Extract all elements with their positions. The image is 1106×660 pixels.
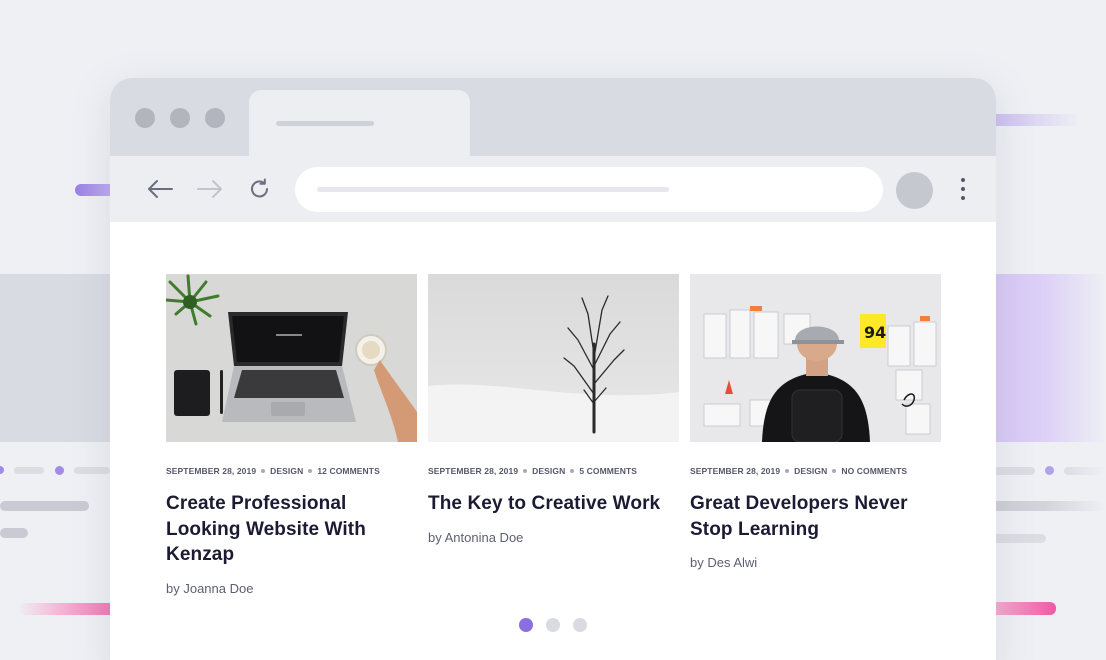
- post-meta: SEPTEMBER 28, 2019 DESIGN NO COMMENTS: [690, 466, 941, 476]
- browser-window: SEPTEMBER 28, 2019 DESIGN 12 COMMENTS Cr…: [110, 78, 996, 660]
- browser-tab[interactable]: [249, 90, 470, 160]
- meta-separator-dot: [832, 469, 837, 473]
- browser-toolbar: [110, 156, 996, 222]
- deco-dot: [1045, 466, 1054, 475]
- post-title[interactable]: The Key to Creative Work: [428, 491, 679, 517]
- arrow-right-icon[interactable]: [195, 174, 225, 204]
- window-minimize-dot[interactable]: [170, 108, 190, 128]
- post-title[interactable]: Create Professional Looking Website With…: [166, 491, 417, 568]
- meta-separator-dot: [523, 469, 528, 473]
- deco-dot: [0, 466, 4, 474]
- pagination-dot-1[interactable]: [519, 618, 533, 632]
- post-author[interactable]: by Antonina Doe: [428, 530, 679, 545]
- post-comments-link[interactable]: 12 COMMENTS: [317, 466, 380, 476]
- arrow-left-icon[interactable]: [145, 174, 175, 204]
- post-card[interactable]: SEPTEMBER 28, 2019 DESIGN 12 COMMENTS Cr…: [166, 274, 417, 596]
- post-author[interactable]: by Joanna Doe: [166, 581, 417, 596]
- address-bar[interactable]: [295, 167, 883, 212]
- deco-line: [74, 467, 110, 474]
- post-comments-link[interactable]: 5 COMMENTS: [579, 466, 637, 476]
- meta-separator-dot: [261, 469, 266, 473]
- post-date: SEPTEMBER 28, 2019: [428, 466, 519, 476]
- post-category-link[interactable]: DESIGN: [794, 466, 827, 476]
- meta-separator-dot: [785, 469, 790, 473]
- pagination-dot-2[interactable]: [546, 618, 560, 632]
- post-meta: SEPTEMBER 28, 2019 DESIGN 5 COMMENTS: [428, 466, 679, 476]
- post-meta: SEPTEMBER 28, 2019 DESIGN 12 COMMENTS: [166, 466, 417, 476]
- carousel-pagination: [519, 618, 587, 632]
- url-placeholder: [317, 187, 669, 192]
- meta-separator-dot: [308, 469, 313, 473]
- reload-icon[interactable]: [245, 174, 275, 204]
- meta-separator-dot: [570, 469, 575, 473]
- post-category-link[interactable]: DESIGN: [270, 466, 303, 476]
- window-close-dot[interactable]: [135, 108, 155, 128]
- profile-avatar[interactable]: [896, 172, 933, 209]
- post-date: SEPTEMBER 28, 2019: [166, 466, 257, 476]
- post-card[interactable]: SEPTEMBER 28, 2019 DESIGN 5 COMMENTS The…: [428, 274, 679, 545]
- deco-line: [14, 467, 44, 474]
- tab-title-placeholder: [276, 121, 374, 126]
- post-author[interactable]: by Des Alwi: [690, 555, 941, 570]
- deco-line: [0, 501, 89, 511]
- post-card[interactable]: 94 SEPTEMBER 28, 2019 DESIGN NO COMMENTS…: [690, 274, 941, 570]
- post-date: SEPTEMBER 28, 2019: [690, 466, 781, 476]
- laptop-desk-image[interactable]: [166, 274, 417, 442]
- deco-dot: [55, 466, 64, 475]
- deco-line: [0, 528, 28, 538]
- svg-text:94: 94: [864, 323, 886, 342]
- winter-tree-image[interactable]: [428, 274, 679, 442]
- post-category-link[interactable]: DESIGN: [532, 466, 565, 476]
- post-title[interactable]: Great Developers Never Stop Learning: [690, 491, 941, 542]
- pagination-dot-3[interactable]: [573, 618, 587, 632]
- title-bar: [110, 78, 996, 160]
- more-vertical-icon[interactable]: [956, 178, 970, 204]
- page-content: SEPTEMBER 28, 2019 DESIGN 12 COMMENTS Cr…: [110, 222, 996, 660]
- ghost-card-left: [0, 274, 110, 442]
- window-maximize-dot[interactable]: [205, 108, 225, 128]
- post-comments-link[interactable]: NO COMMENTS: [841, 466, 907, 476]
- deco-line: [1064, 467, 1106, 475]
- developer-wall-image[interactable]: 94: [690, 274, 941, 442]
